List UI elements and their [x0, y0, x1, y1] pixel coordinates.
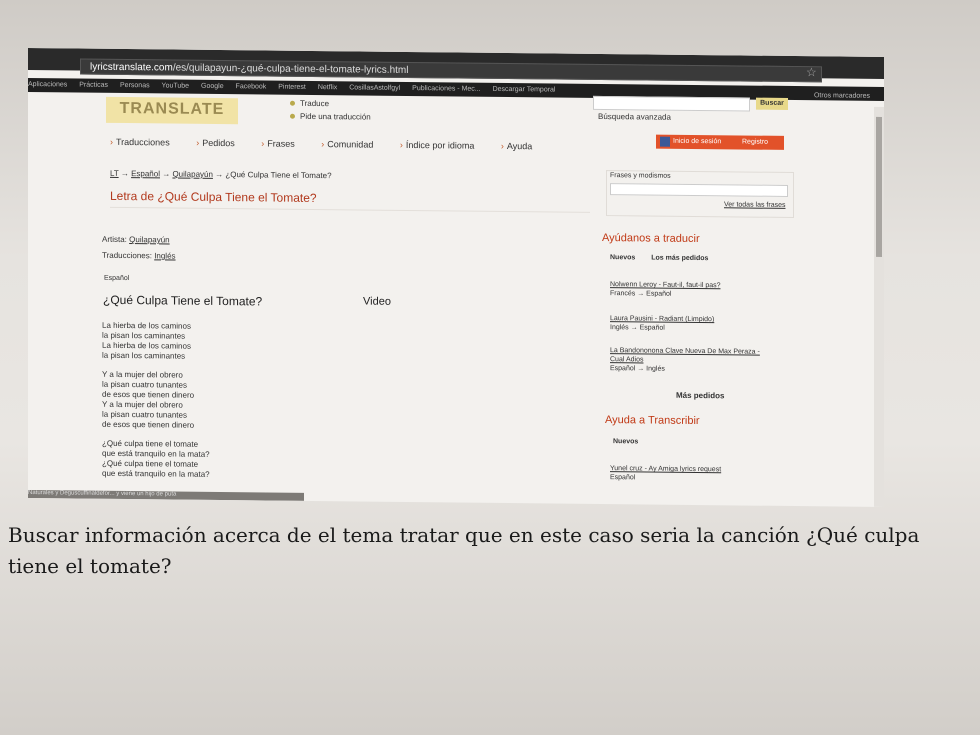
bullet-icon	[290, 113, 295, 119]
help-transcribe-heading: Ayuda a Transcribir	[605, 414, 700, 428]
transcribe-item: Yunel cruz - Ay Amiga lyrics request Esp…	[610, 464, 721, 483]
search-button[interactable]: Buscar	[756, 97, 788, 110]
top-link-traduce[interactable]: Traduce	[290, 99, 371, 109]
login-button[interactable]: Inicio de sesión	[673, 138, 721, 146]
request-link[interactable]: La Bandononona Clave Nueva De Max Peraza…	[610, 347, 760, 363]
tab-transcribe-nuevos[interactable]: Nuevos	[613, 438, 638, 445]
lyric-line: de esos que tienen dinero	[102, 419, 195, 430]
breadcrumb-link[interactable]: Quilapayún	[172, 170, 212, 179]
artist-row: Artista: Quilapayún	[102, 234, 170, 245]
bookmark-item[interactable]: Netflix	[318, 81, 337, 91]
bookmark-item[interactable]: Descargar Temporal	[493, 83, 556, 94]
bookmark-item[interactable]: CosillasAstolfgyl	[349, 81, 400, 92]
tab-nuevos[interactable]: Nuevos	[610, 254, 635, 261]
page-title: Letra de ¿Qué Culpa Tiene el Tomate?	[110, 188, 317, 206]
document-caption: Buscar información acerca de el tema tra…	[8, 523, 920, 578]
request-langs: Español → Inglés	[610, 365, 665, 373]
login-bar: Inicio de sesión Registro	[656, 134, 784, 150]
main-nav: › Traducciones › Pedidos › Frases › Comunida…	[110, 137, 556, 152]
lyrics-stanza: La hierba de los caminos la pisan los ca…	[102, 321, 210, 362]
bookmark-item[interactable]: Google	[201, 80, 224, 90]
divider	[110, 206, 590, 213]
photo-background: lyricstranslate.com/es/quilapayun-¿qué-c…	[0, 0, 980, 735]
register-button[interactable]: Registro	[742, 135, 768, 149]
request-link[interactable]: Nolwenn Leroy - Faut-il, faut-il pas?	[610, 281, 721, 289]
request-item: Laura Pausini - Radiant (Limpido) Inglés…	[610, 314, 714, 333]
breadcrumb-link[interactable]: Español	[131, 169, 160, 178]
request-tabs: Nuevos Los más pedidos	[610, 254, 722, 262]
download-bar: Naturales y Deguscuffinaldefor... y vien…	[28, 490, 304, 501]
transcribe-link[interactable]: Yunel cruz - Ay Amiga lyrics request	[610, 465, 721, 473]
bookmark-item[interactable]: Personas	[120, 79, 150, 89]
see-all-phrases-link[interactable]: Ver todas las frases	[724, 201, 785, 209]
bookmark-item[interactable]: Pinterest	[278, 81, 306, 91]
tab-mas-pedidos[interactable]: Los más pedidos	[651, 255, 708, 263]
bookmark-star-icon[interactable]: ☆	[806, 65, 817, 79]
nav-item[interactable]: › Traducciones	[110, 137, 182, 148]
scrollbar-thumb[interactable]	[876, 116, 882, 257]
bullet-icon	[290, 100, 295, 106]
search-input[interactable]	[593, 95, 750, 112]
url-bar: lyricstranslate.com/es/quilapayun-¿qué-c…	[28, 48, 884, 83]
bookmark-item[interactable]: YouTube	[162, 79, 190, 89]
phrases-input[interactable]	[610, 183, 788, 197]
request-langs: Francés → Español	[610, 290, 672, 298]
breadcrumb-current: ¿Qué Culpa Tiene el Tomate?	[225, 170, 332, 181]
nav-item[interactable]: › Pedidos	[196, 138, 247, 149]
song-title: ¿Qué Culpa Tiene el Tomate?	[103, 292, 263, 309]
top-links: Traduce Pide una traducción	[290, 99, 371, 126]
transcribe-lang: Español	[610, 474, 636, 482]
scrollbar[interactable]	[874, 106, 884, 507]
breadcrumb: LT → Español → Quilapayún → ¿Qué Culpa T…	[110, 168, 332, 181]
artist-link[interactable]: Quilapayún	[129, 235, 169, 244]
video-label: Video	[363, 295, 391, 308]
breadcrumb-link[interactable]: LT	[110, 169, 119, 178]
lyrics: La hierba de los caminos la pisan los ca…	[102, 321, 210, 489]
nav-item[interactable]: › Comunidad	[321, 139, 385, 150]
nav-item[interactable]: › Ayuda	[501, 141, 544, 151]
translations-row: Traducciones: Inglés	[102, 250, 176, 261]
nav-item[interactable]: › Frases	[261, 138, 307, 148]
help-translate-heading: Ayúdanos a traducir	[602, 232, 700, 246]
bookmark-item[interactable]: Facebook	[236, 80, 267, 90]
lyrics-stanza: ¿Qué culpa tiene el tomate que está tran…	[102, 439, 210, 480]
request-link[interactable]: Laura Pausini - Radiant (Limpido)	[610, 315, 714, 323]
bookmark-item[interactable]: Prácticas	[79, 79, 108, 89]
site-logo[interactable]: TRANSLATE	[106, 96, 238, 125]
translation-link[interactable]: Inglés	[154, 251, 175, 260]
lyric-line: que está tranquilo en la mata?	[102, 468, 210, 479]
request-langs: Inglés → Español	[610, 324, 665, 332]
top-link-pide[interactable]: Pide una traducción	[290, 112, 371, 122]
request-item: La Bandononona Clave Nueva De Max Peraza…	[610, 346, 770, 375]
browser-screenshot: lyricstranslate.com/es/quilapayun-¿qué-c…	[28, 48, 884, 507]
advanced-search-link[interactable]: Búsqueda avanzada	[598, 112, 671, 122]
bookmark-item[interactable]: Publicaciones - Mec...	[412, 82, 480, 93]
lyric-line: y viene un hijo de puta	[116, 490, 177, 498]
lyrics-stanza: Y a la mujer del obrero la pisan cuatro …	[102, 370, 210, 431]
more-requests-link[interactable]: Más pedidos	[676, 391, 724, 401]
other-bookmarks[interactable]: Otros marcadores	[814, 89, 870, 100]
phrases-label: Frases y modismos	[610, 172, 671, 180]
nav-item[interactable]: › Índice por idioma	[400, 140, 487, 151]
bookmark-item[interactable]: Aplicaciones	[28, 78, 67, 88]
facebook-icon	[660, 136, 670, 147]
request-item: Nolwenn Leroy - Faut-il, faut-il pas? Fr…	[610, 280, 721, 299]
lyric-line: la pisan los caminantes	[102, 350, 186, 361]
song-language: Español	[104, 274, 130, 283]
